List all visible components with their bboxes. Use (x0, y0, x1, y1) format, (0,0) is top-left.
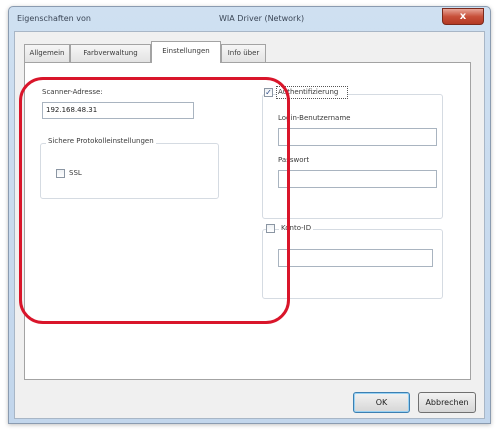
window-title-prefix: Eigenschaften von (17, 14, 91, 23)
cancel-button[interactable]: Abbrechen (418, 392, 476, 413)
username-input[interactable] (278, 128, 437, 146)
password-input[interactable] (278, 170, 437, 188)
ok-button[interactable]: OK (353, 392, 410, 413)
tab-info[interactable]: Info über (221, 44, 266, 62)
account-id-checkbox[interactable] (266, 224, 275, 233)
scanner-address-label: Scanner-Adresse: (42, 88, 103, 96)
tab-farbverwaltung[interactable]: Farbverwaltung (70, 44, 151, 62)
ssl-label: SSL (69, 169, 82, 177)
tab-label: Allgemein (29, 49, 65, 57)
authentication-label[interactable]: Authentifizierung (278, 88, 338, 96)
tab-allgemein[interactable]: Allgemein (24, 44, 70, 62)
scanner-address-input[interactable]: 192.168.48.31 (42, 102, 194, 119)
close-icon: x (459, 11, 467, 22)
account-id-input[interactable] (278, 249, 433, 267)
authentication-checkbox[interactable]: ✓ (264, 88, 273, 97)
username-label: Login-Benutzername (278, 114, 351, 122)
tab-label: Farbverwaltung (83, 49, 138, 57)
tab-label: Info über (227, 49, 260, 57)
account-id-label: Konto-ID (279, 224, 314, 232)
tab-einstellungen[interactable]: Einstellungen (151, 41, 221, 63)
window-title-app: WIA Driver (Network) (219, 14, 305, 23)
close-button[interactable]: x (442, 8, 484, 25)
settings-tab-panel: Scanner-Adresse: 192.168.48.31 Sichere P… (24, 62, 471, 380)
title-bar[interactable]: Eigenschaften von WIA Driver (Network) x (9, 7, 490, 31)
tab-label: Einstellungen (162, 47, 210, 55)
checkmark-icon: ✓ (265, 88, 272, 97)
properties-dialog: Eigenschaften von WIA Driver (Network) x… (8, 6, 491, 424)
ssl-checkbox[interactable] (56, 169, 65, 178)
dialog-client-area: Allgemein Farbverwaltung Einstellungen I… (14, 31, 485, 419)
password-label: Passwort (278, 156, 310, 164)
secure-protocol-group-label: Sichere Protokolleinstellungen (46, 137, 156, 145)
secure-protocol-group (40, 143, 219, 199)
